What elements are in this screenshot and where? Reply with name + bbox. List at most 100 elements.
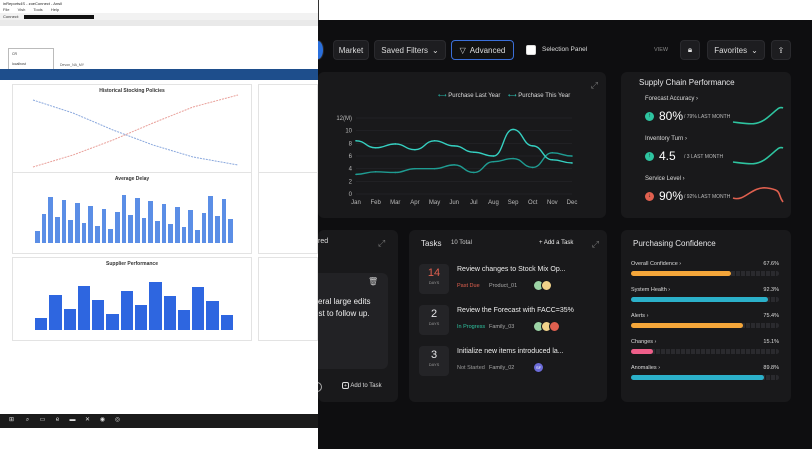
data-point bbox=[374, 171, 377, 173]
task-family: Product_01 bbox=[489, 283, 518, 289]
left-chart-bar bbox=[48, 197, 53, 243]
left-chart-bar bbox=[195, 230, 200, 243]
left-chart-bar bbox=[77, 286, 91, 330]
left-chart-bar bbox=[95, 226, 100, 243]
confidence-row[interactable]: Changes › 15.1% bbox=[631, 339, 779, 359]
x-tick-label: Jun bbox=[449, 200, 459, 206]
dataset-tab[interactable]: Devon_NA_MY bbox=[60, 63, 84, 67]
trash-icon[interactable]: 🗑︎ bbox=[368, 277, 378, 286]
avatar[interactable] bbox=[541, 280, 552, 291]
menu-file[interactable]: File bbox=[3, 7, 9, 12]
left-chart-bar bbox=[141, 218, 147, 243]
menu-view[interactable]: Vish bbox=[18, 7, 26, 12]
task-days: 14 bbox=[427, 267, 441, 279]
task-view-icon[interactable]: ▭ bbox=[39, 417, 46, 424]
lock-button[interactable]: 🔒︎ bbox=[680, 40, 700, 60]
app-icon[interactable]: ✕ bbox=[84, 417, 91, 424]
left-chart-bar bbox=[35, 318, 48, 330]
x-tick-label: May bbox=[429, 200, 440, 206]
task-item[interactable]: 3 DAYS Initialize new items introduced la… bbox=[419, 346, 599, 376]
x-tick-label: Sep bbox=[508, 200, 519, 206]
kpi-sparklines bbox=[732, 106, 784, 203]
left-chart-bar bbox=[63, 309, 76, 330]
left-chart-bar bbox=[35, 231, 40, 243]
data-point bbox=[551, 159, 554, 161]
right-mini-panel-2 bbox=[258, 172, 318, 254]
avatar[interactable]: SF bbox=[533, 362, 544, 373]
left-chart-bar bbox=[206, 301, 219, 330]
left-chart-bar bbox=[201, 213, 207, 243]
tasks-panel: Tasks 10 Total + Add a Task ⤢ 14 DAYS Rev… bbox=[409, 230, 607, 402]
task-days-unit: DAYS bbox=[428, 280, 440, 285]
data-point bbox=[551, 152, 554, 154]
left-chart-bar bbox=[208, 196, 213, 243]
left-chart-bar bbox=[177, 310, 191, 330]
chevron-down-icon: ⌄ bbox=[751, 45, 758, 55]
left-chart-bar bbox=[175, 207, 180, 243]
menu-tools[interactable]: Tools bbox=[33, 7, 42, 12]
add-to-task-button[interactable]: + Add to Task bbox=[342, 382, 382, 389]
left-chart-bar bbox=[161, 204, 167, 243]
left-chart-bar bbox=[55, 217, 60, 243]
menu-help[interactable]: Help bbox=[51, 7, 59, 12]
confidence-row[interactable]: Anomalies › 89.8% bbox=[631, 365, 779, 385]
left-chart-bar bbox=[115, 212, 120, 243]
avatar[interactable] bbox=[549, 321, 560, 332]
x-tick-label: Jan bbox=[351, 200, 361, 206]
series-line-this-year bbox=[355, 128, 573, 164]
dashboard-toolbar: Market Saved Filters ⌄ ▽ Advanced Selectio… bbox=[318, 40, 812, 60]
taskbar: ⊞ ⌕ ▭ e ▬ ✕ ◉ ◎ bbox=[0, 414, 318, 428]
search-icon[interactable]: ⌕ bbox=[24, 417, 31, 424]
share-button[interactable]: ⇪ bbox=[771, 40, 791, 60]
task-item[interactable]: 14 DAYS Review changes to Stock Mix Op...… bbox=[419, 264, 599, 294]
left-chart-bar bbox=[81, 223, 87, 243]
market-button[interactable]: Market bbox=[333, 40, 369, 60]
confidence-row[interactable]: Overall Confidence › 67.6% bbox=[631, 261, 779, 281]
confidence-percent: 89.8% bbox=[763, 365, 779, 371]
left-chart-bar bbox=[41, 214, 47, 243]
redacted-field bbox=[24, 14, 95, 19]
circle-icon[interactable] bbox=[318, 382, 322, 392]
saved-filters-button[interactable]: Saved Filters ⌄ bbox=[374, 40, 446, 60]
y-tick-label: 6 bbox=[349, 154, 353, 160]
left-chart-bar bbox=[49, 295, 62, 330]
note-panel: red ⤢ 🗑︎ veral large edits est to follow… bbox=[318, 230, 398, 402]
confidence-percent: 67.6% bbox=[763, 261, 779, 267]
confidence-row[interactable]: System Health › 92.3% bbox=[631, 287, 779, 307]
left-chart-bar bbox=[68, 220, 73, 243]
add-task-button[interactable]: + Add a Task bbox=[539, 240, 573, 246]
left-chart-bar bbox=[135, 198, 140, 243]
add-to-task-label: Add to Task bbox=[350, 383, 382, 389]
confidence-percent: 92.3% bbox=[763, 287, 779, 293]
folder-icon[interactable]: ▬ bbox=[69, 417, 76, 424]
y-tick-label: 2 bbox=[349, 179, 353, 185]
left-chart-bar bbox=[101, 209, 107, 243]
data-point bbox=[492, 160, 495, 163]
edge-icon[interactable]: e bbox=[54, 417, 61, 424]
favorites-button[interactable]: Favorites ⌄ bbox=[707, 40, 765, 60]
task-item[interactable]: 2 DAYS Review the Forecast with FACC=35% … bbox=[419, 305, 599, 335]
confidence-label: Overall Confidence › bbox=[631, 261, 682, 267]
historical-stocking-chart: Historical Stocking Policies bbox=[12, 84, 252, 173]
selection-panel-checkbox[interactable] bbox=[526, 45, 536, 55]
confidence-row[interactable]: Alerts › 75.4% bbox=[631, 313, 779, 333]
confidence-fill bbox=[631, 271, 732, 276]
windows-start-icon[interactable]: ⊞ bbox=[8, 417, 15, 424]
chart-title: Supplier Performance bbox=[106, 261, 158, 267]
expand-icon[interactable]: ⤢ bbox=[592, 239, 599, 250]
advanced-button[interactable]: ▽ Advanced bbox=[451, 40, 514, 60]
toolbar-dot[interactable] bbox=[318, 40, 324, 60]
app-icon-2[interactable]: ◎ bbox=[114, 417, 121, 424]
toolbar-strip bbox=[0, 20, 318, 26]
left-application-window: inReports4S - zoeConnect - Ansll File Vi… bbox=[0, 0, 318, 449]
left-chart-bar bbox=[128, 215, 133, 243]
chrome-icon[interactable]: ◉ bbox=[99, 417, 106, 424]
expand-icon[interactable]: ⤢ bbox=[378, 238, 385, 249]
y-tick-label: 10 bbox=[345, 129, 352, 135]
task-days: 2 bbox=[430, 308, 438, 320]
x-tick-label: Mar bbox=[390, 200, 400, 206]
data-point bbox=[355, 173, 357, 176]
app-header-bar bbox=[0, 69, 318, 80]
share-icon: ⇪ bbox=[777, 45, 785, 55]
y-tick-label: 4 bbox=[349, 167, 353, 173]
